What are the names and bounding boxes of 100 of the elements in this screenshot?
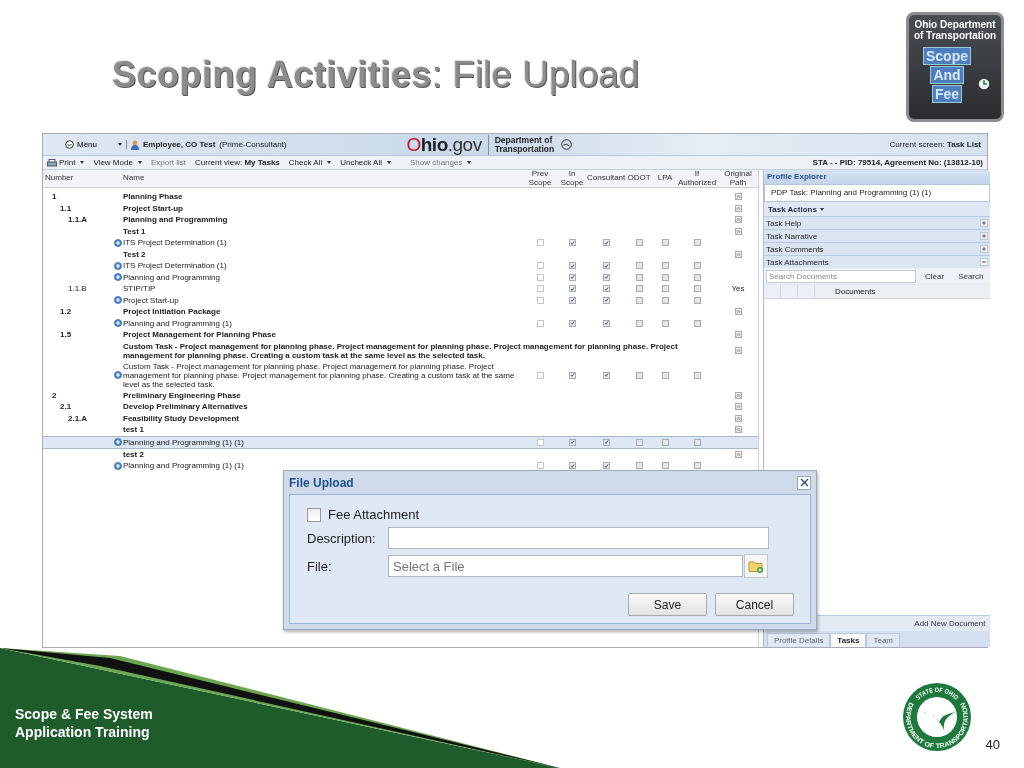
checkbox[interactable]	[568, 273, 576, 281]
section-header[interactable]: Task Help	[764, 216, 991, 229]
toolbar-menu[interactable]: Check All	[284, 158, 336, 167]
file-field[interactable]: Select a File	[388, 555, 743, 577]
checkbox[interactable]	[693, 319, 701, 327]
checkbox[interactable]	[602, 296, 610, 304]
checkbox[interactable]	[536, 438, 544, 446]
path-button[interactable]	[734, 391, 742, 399]
checkbox[interactable]	[602, 273, 610, 281]
checkbox[interactable]	[635, 273, 643, 281]
checkbox[interactable]	[661, 462, 669, 470]
checkbox[interactable]	[693, 371, 701, 379]
close-button[interactable]	[797, 475, 811, 490]
path-button[interactable]	[734, 193, 742, 201]
checkbox[interactable]	[536, 296, 544, 304]
checkbox[interactable]	[568, 319, 576, 327]
checkbox[interactable]	[602, 438, 610, 446]
table-row[interactable]: Planning and Programming (1)	[43, 317, 758, 329]
table-row[interactable]: test 1	[43, 424, 758, 436]
table-row[interactable]: ITS Project Determination (1)	[43, 260, 758, 272]
checkbox[interactable]	[635, 239, 643, 247]
checkbox[interactable]	[568, 296, 576, 304]
checkbox[interactable]	[693, 239, 701, 247]
tab[interactable]: Tasks	[830, 633, 867, 647]
browse-button[interactable]	[744, 554, 768, 578]
checkbox[interactable]	[693, 285, 701, 293]
path-button[interactable]	[734, 227, 742, 235]
search-field[interactable]: Search Documents	[766, 269, 916, 283]
menu-button[interactable]: Menu	[65, 140, 111, 149]
table-row[interactable]: 2.1 Develop Preliminary Alternatives	[43, 401, 758, 413]
path-button[interactable]	[734, 250, 742, 258]
table-row[interactable]: Planning and Programming (1) (1)	[43, 460, 758, 472]
table-row[interactable]: Planning and Programming	[43, 271, 758, 283]
checkbox[interactable]	[635, 371, 643, 379]
tab[interactable]: Profile Details	[767, 633, 831, 647]
checkbox[interactable]	[602, 371, 610, 379]
checkbox[interactable]	[693, 462, 701, 470]
toolbar-menu[interactable]: View Mode	[89, 158, 146, 167]
checkbox[interactable]	[602, 462, 610, 470]
toolbar-menu[interactable]: Uncheck All	[336, 158, 395, 167]
checkbox[interactable]	[635, 438, 643, 446]
checkbox[interactable]	[693, 273, 701, 281]
checkbox[interactable]	[568, 285, 576, 293]
table-row[interactable]: Planning and Programming (1) (1)	[43, 435, 758, 449]
checkbox[interactable]	[568, 262, 576, 270]
table-row[interactable]: 1.1.B STIP/TIP Yes	[43, 283, 758, 295]
path-button[interactable]	[734, 204, 742, 212]
checkbox[interactable]	[536, 462, 544, 470]
section-header[interactable]: Task Narrative	[764, 229, 991, 242]
checkbox[interactable]	[568, 438, 576, 446]
checkbox[interactable]	[536, 262, 544, 270]
section-header[interactable]: Task Comments	[764, 242, 991, 255]
checkbox[interactable]	[568, 371, 576, 379]
checkbox[interactable]	[307, 507, 321, 522]
checkbox[interactable]	[635, 296, 643, 304]
checkbox[interactable]	[661, 262, 669, 270]
checkbox[interactable]	[536, 319, 544, 327]
checkbox[interactable]	[536, 273, 544, 281]
section-header[interactable]: Task Attachments	[764, 255, 991, 268]
table-row[interactable]: 1.5 Project Management for Planning Phase	[43, 329, 758, 341]
checkbox[interactable]	[536, 371, 544, 379]
checkbox[interactable]	[602, 285, 610, 293]
checkbox[interactable]	[536, 285, 544, 293]
table-row[interactable]: Test 2	[43, 248, 758, 260]
table-row[interactable]: test 2	[43, 448, 758, 460]
path-button[interactable]	[734, 450, 742, 458]
description-field[interactable]	[388, 527, 769, 549]
checkbox[interactable]	[661, 319, 669, 327]
dialog-button[interactable]: Save	[628, 593, 707, 616]
checkbox[interactable]	[635, 319, 643, 327]
checkbox[interactable]	[693, 296, 701, 304]
checkbox[interactable]	[661, 438, 669, 446]
checkbox[interactable]	[635, 462, 643, 470]
path-button[interactable]	[734, 426, 742, 434]
checkbox[interactable]	[693, 262, 701, 270]
path-button[interactable]	[734, 414, 742, 422]
toolbar-menu[interactable]: Print	[43, 158, 89, 167]
checkbox[interactable]	[661, 239, 669, 247]
table-row[interactable]: Test 1	[43, 225, 758, 237]
checkbox[interactable]	[635, 285, 643, 293]
checkbox[interactable]	[661, 371, 669, 379]
tab[interactable]: Team	[866, 633, 900, 647]
path-button[interactable]	[734, 308, 742, 316]
table-row[interactable]: ITS Project Determination (1)	[43, 237, 758, 249]
dialog-button[interactable]: Cancel	[715, 593, 794, 616]
clear-button[interactable]: Clear	[920, 271, 950, 281]
table-row[interactable]: 2.1.A Feasibility Study Development	[43, 412, 758, 424]
checkbox[interactable]	[661, 273, 669, 281]
table-row[interactable]: 1.1.A Planning and Programming	[43, 214, 758, 226]
path-button[interactable]	[734, 216, 742, 224]
checkbox[interactable]	[536, 239, 544, 247]
search-button[interactable]: Search	[953, 271, 989, 281]
checkbox[interactable]	[568, 239, 576, 247]
checkbox[interactable]	[602, 319, 610, 327]
table-row[interactable]: 1.2 Project Initiation Package	[43, 306, 758, 318]
checkbox[interactable]	[568, 462, 576, 470]
path-button[interactable]	[734, 403, 742, 411]
checkbox[interactable]	[602, 239, 610, 247]
checkbox[interactable]	[661, 296, 669, 304]
table-row[interactable]: Project Start-up	[43, 294, 758, 306]
